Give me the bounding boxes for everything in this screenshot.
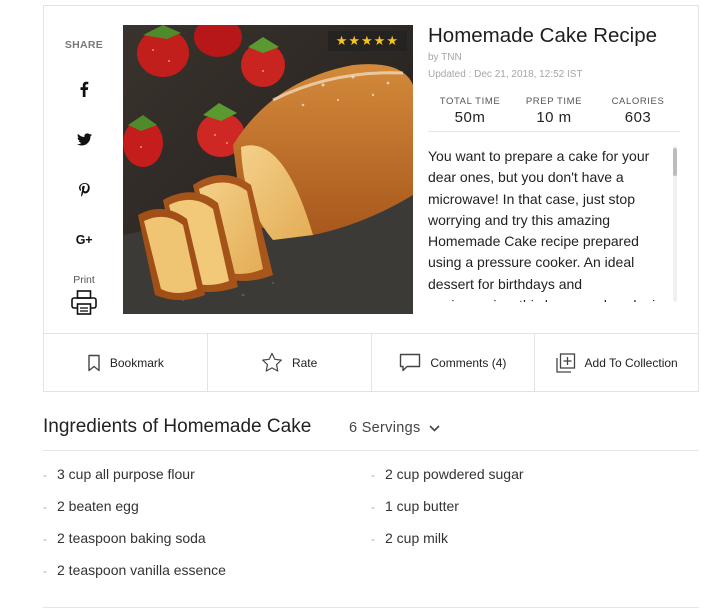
ingredient-item: -2 teaspoon baking soda: [43, 530, 206, 546]
twitter-share-button[interactable]: [66, 126, 102, 152]
ingredient-item: -2 cup powdered sugar: [371, 466, 524, 482]
stat-calories: CALORIES 603: [608, 96, 668, 126]
ingredients-divider: [43, 450, 699, 451]
ingredient-item: -2 beaten egg: [43, 498, 139, 514]
ingredient-text: 3 cup all purpose flour: [57, 466, 195, 482]
ingredient-item: -2 teaspoon vanilla essence: [43, 562, 226, 578]
stat-value: 603: [624, 109, 652, 126]
ingredient-text: 1 cup butter: [385, 498, 459, 514]
chevron-down-icon: [428, 424, 440, 432]
comment-icon: [400, 353, 421, 371]
bookmark-icon: [88, 354, 100, 371]
pinterest-share-button[interactable]: [66, 177, 102, 203]
recipe-description: You want to prepare a cake for your dear…: [428, 148, 662, 302]
stat-total-time: TOTAL TIME 50m: [438, 96, 502, 126]
bookmark-label: Bookmark: [109, 355, 164, 370]
add-to-collection-button[interactable]: Add To Collection: [535, 334, 698, 391]
cake-photo: [123, 25, 413, 314]
add-to-collection-label: Add To Collection: [584, 355, 678, 370]
printer-icon: [71, 290, 97, 315]
recipe-hero-image: ★★★★★: [123, 25, 413, 314]
scrollbar-thumb[interactable]: [673, 148, 677, 176]
rating-stars: ★★★★★: [327, 31, 407, 51]
ingredient-text: 2 teaspoon baking soda: [57, 530, 206, 546]
add-collection-icon: [555, 352, 575, 373]
bookmark-button[interactable]: Bookmark: [44, 334, 208, 391]
stat-label: PREP TIME: [525, 96, 583, 107]
recipe-actions-bar: Bookmark Rate Comments (4) Add To Collec…: [44, 333, 698, 391]
rate-label: Rate: [291, 355, 318, 370]
recipe-description-scroll[interactable]: You want to prepare a cake for your dear…: [428, 146, 680, 302]
ingredient-text: 2 cup powdered sugar: [385, 466, 524, 482]
recipe-card: SHARE G+ Print ★★★★★ Homemade Cake Recip…: [43, 5, 699, 392]
servings-dropdown[interactable]: 6 Servings: [349, 420, 440, 436]
print-button[interactable]: [70, 290, 98, 316]
pinterest-icon: [78, 183, 90, 197]
bottom-divider: [43, 607, 699, 608]
recipe-author: by TNN: [428, 52, 462, 63]
ingredient-item: -2 cup milk: [371, 530, 449, 546]
google-plus-share-button[interactable]: G+: [66, 227, 102, 253]
stat-value: 10 m: [536, 109, 572, 126]
ingredients-list-right: -2 cup powdered sugar -1 cup butter -2 c…: [371, 466, 691, 556]
ingredient-text: 2 cup milk: [385, 530, 449, 546]
recipe-title: Homemade Cake Recipe: [428, 24, 658, 47]
description-scrollbar[interactable]: [673, 146, 677, 302]
stat-label: CALORIES: [611, 96, 665, 107]
comments-label: Comments (4): [430, 355, 507, 370]
stat-label: TOTAL TIME: [439, 96, 501, 107]
ingredient-text: 2 beaten egg: [57, 498, 139, 514]
facebook-share-button[interactable]: [66, 76, 102, 102]
recipe-stats: TOTAL TIME 50m PREP TIME 10 m CALORIES 6…: [428, 96, 680, 132]
share-label: SHARE: [64, 39, 104, 51]
servings-value: 6 Servings: [349, 420, 421, 436]
ingredient-item: -3 cup all purpose flour: [43, 466, 195, 482]
rate-button[interactable]: Rate: [208, 334, 372, 391]
ingredient-item: -1 cup butter: [371, 498, 459, 514]
stat-value: 50m: [454, 109, 486, 126]
stat-prep-time: PREP TIME 10 m: [524, 96, 584, 126]
recipe-updated: Updated : Dec 21, 2018, 12:52 IST: [428, 69, 583, 80]
ingredient-text: 2 teaspoon vanilla essence: [57, 562, 226, 578]
twitter-icon: [76, 132, 92, 145]
star-outline-icon: [262, 352, 282, 372]
share-sidebar: SHARE G+ Print: [44, 6, 124, 334]
ingredients-title: Ingredients of Homemade Cake: [43, 416, 312, 437]
comments-button[interactable]: Comments (4): [372, 334, 536, 391]
print-label: Print: [73, 274, 95, 286]
google-plus-icon: G+: [75, 233, 93, 247]
facebook-icon: [80, 81, 89, 97]
ingredients-list-left: -3 cup all purpose flour -2 beaten egg -…: [43, 466, 363, 586]
